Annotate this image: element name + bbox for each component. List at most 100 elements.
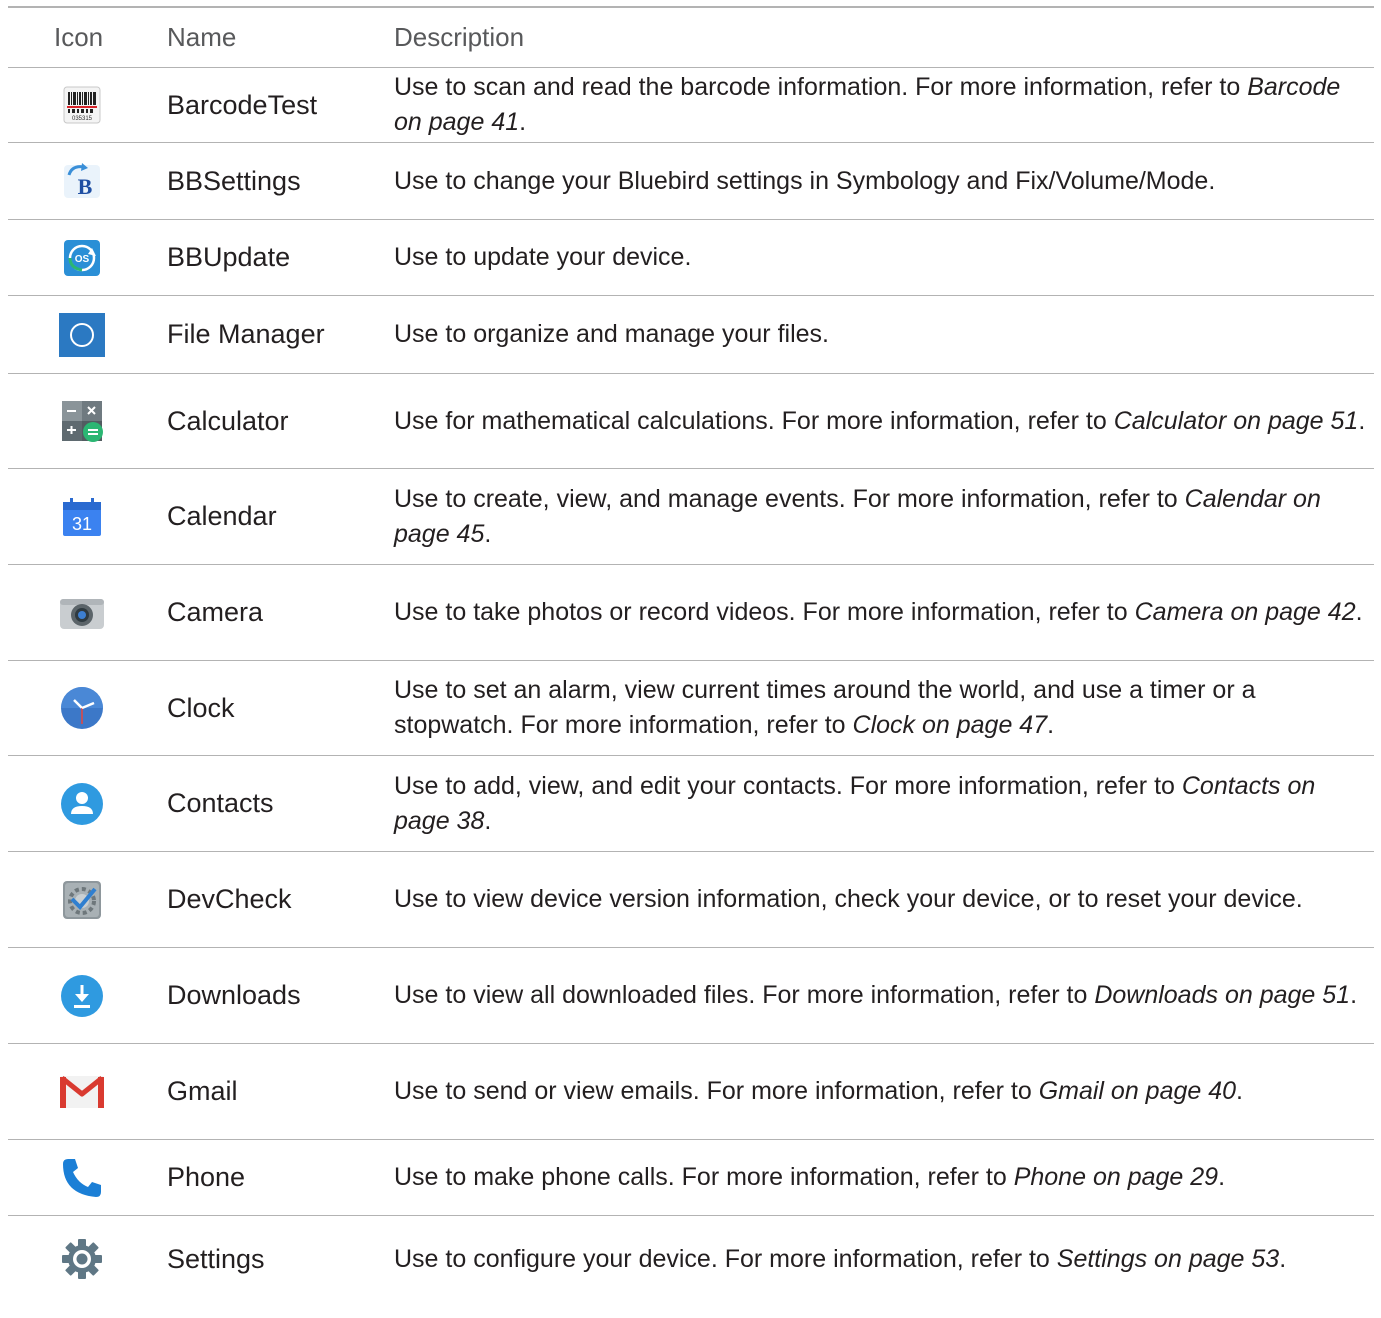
description-text: Use to take photos or record videos. For…: [394, 598, 1135, 626]
app-description: Use to send or view emails. For more inf…: [394, 1074, 1374, 1109]
calculator-icon: [60, 399, 104, 443]
file-manager-icon: [59, 312, 105, 357]
app-name: Calculator: [167, 405, 289, 436]
app-name: Calendar: [167, 501, 277, 531]
description-end: .: [484, 806, 492, 835]
description-text: Use to view all downloaded files. For mo…: [394, 981, 1095, 1009]
description-text: Use to view device version information, …: [394, 885, 1303, 913]
header-description: Description: [394, 22, 525, 52]
app-name: BarcodeTest: [167, 89, 318, 120]
description-end: .: [1236, 1077, 1243, 1105]
calendar-day: 31: [72, 514, 92, 534]
description-end: .: [1279, 1244, 1287, 1273]
table-row: OS BBUpdate Use to update your device.: [8, 220, 1374, 296]
icon-cell: [8, 782, 158, 826]
icon-cell: [8, 686, 158, 730]
description-end: .: [519, 108, 527, 136]
page-reference-link[interactable]: Calculator on page 51: [1114, 407, 1359, 435]
bbsettings-letter: B: [78, 174, 93, 199]
app-name: BBSettings: [167, 165, 301, 196]
icon-cell: OS: [8, 238, 158, 278]
table-row: B BBSettings Use to change your Bluebird…: [8, 143, 1374, 220]
description-text: Use to update your device.: [394, 243, 692, 271]
app-description: Use to view all downloaded files. For mo…: [394, 978, 1374, 1013]
table-row: Phone Use to make phone calls. For more …: [8, 1140, 1374, 1216]
description-end: .: [1047, 711, 1055, 739]
description-text: Use to set an alarm, view current times …: [394, 676, 1256, 739]
table-row: Downloads Use to view all downloaded fil…: [8, 948, 1374, 1044]
app-description: Use to organize and manage your files.: [394, 317, 1374, 352]
description-text: Use to change your Bluebird settings in …: [394, 166, 1216, 195]
icon-cell: 035315: [8, 85, 158, 125]
camera-icon: [59, 595, 105, 631]
description-end: .: [1355, 598, 1363, 626]
barcode-icon: 035315: [62, 85, 102, 125]
description-end: .: [1358, 406, 1366, 435]
bbupdate-label: OS: [75, 254, 90, 265]
description-end: .: [484, 519, 492, 548]
icon-cell: [8, 1156, 158, 1200]
app-name: Clock: [167, 692, 235, 723]
description-text: Use to send or view emails. For more inf…: [394, 1077, 1039, 1105]
app-name: Settings: [167, 1243, 265, 1274]
table-row: 035315 BarcodeTest Use to scan and read …: [8, 68, 1374, 143]
table-row: Clock Use to set an alarm, view current …: [8, 661, 1374, 756]
app-name: Gmail: [167, 1076, 238, 1106]
page-reference-link[interactable]: Phone on page 29: [1014, 1163, 1218, 1191]
icon-cell: [8, 595, 158, 631]
app-description: Use to view device version information, …: [394, 882, 1374, 917]
header-icon: Icon: [54, 22, 104, 52]
settings-icon: [60, 1237, 104, 1281]
app-name: File Manager: [167, 319, 325, 349]
app-description: Use to take photos or record videos. For…: [394, 595, 1374, 630]
icon-cell: [8, 1074, 158, 1110]
table-row: DevCheck Use to view device version info…: [8, 852, 1374, 948]
table-header: Icon Name Description: [8, 8, 1374, 68]
page-reference-link[interactable]: Downloads on page 51: [1094, 981, 1350, 1009]
table-row: 31 Calendar Use to create, view, and man…: [8, 469, 1374, 565]
barcode-digits: 035315: [72, 116, 93, 122]
icon-cell: [8, 312, 158, 357]
description-text: Use to configure your device. For more i…: [394, 1244, 1057, 1273]
description-text: Use for mathematical calculations. For m…: [394, 406, 1114, 435]
page-reference-link[interactable]: Settings on page 53: [1057, 1245, 1279, 1273]
app-description: Use to change your Bluebird settings in …: [394, 164, 1374, 199]
table-row: Gmail Use to send or view emails. For mo…: [8, 1044, 1374, 1140]
table-row: Calculator Use for mathematical calculat…: [8, 374, 1374, 469]
contacts-icon: [60, 782, 104, 826]
icon-cell: 31: [8, 496, 158, 538]
table-row: Settings Use to configure your device. F…: [8, 1216, 1374, 1302]
app-description: Use to add, view, and edit your contacts…: [394, 769, 1374, 839]
app-description: Use to set an alarm, view current times …: [394, 673, 1374, 743]
table-row: Contacts Use to add, view, and edit your…: [8, 756, 1374, 852]
phone-icon: [60, 1156, 104, 1200]
gmail-icon: [59, 1074, 105, 1110]
icon-cell: [8, 974, 158, 1018]
app-name: DevCheck: [167, 884, 292, 914]
app-name: BBUpdate: [167, 242, 291, 272]
app-description: Use to create, view, and manage events. …: [394, 482, 1374, 552]
app-table: Icon Name Description 035315 BarcodeTest…: [8, 6, 1374, 1302]
icon-cell: [8, 1237, 158, 1281]
description-end: .: [1218, 1163, 1226, 1191]
downloads-icon: [60, 974, 104, 1018]
description-text: Use to create, view, and manage events. …: [394, 484, 1185, 513]
bbupdate-icon: OS: [62, 238, 102, 278]
description-end: .: [1350, 981, 1358, 1009]
description-text: Use to scan and read the barcode informa…: [394, 73, 1248, 101]
page-reference-link[interactable]: Gmail on page 40: [1039, 1077, 1236, 1105]
header-name: Name: [167, 22, 237, 52]
table-row: Camera Use to take photos or record vide…: [8, 565, 1374, 661]
app-name: Camera: [167, 597, 264, 627]
page-reference-link[interactable]: Clock on page 47: [853, 711, 1048, 739]
bbsettings-icon: B: [62, 161, 102, 201]
app-name: Contacts: [167, 788, 274, 818]
calendar-icon: 31: [61, 496, 103, 538]
app-name: Phone: [167, 1162, 246, 1192]
description-text: Use to add, view, and edit your contacts…: [394, 771, 1182, 800]
devcheck-icon: [61, 879, 103, 921]
app-description: Use to configure your device. For more i…: [394, 1242, 1374, 1277]
page-reference-link[interactable]: Camera on page 42: [1135, 598, 1356, 626]
app-description: Use to update your device.: [394, 240, 1374, 275]
app-description: Use to make phone calls. For more inform…: [394, 1160, 1374, 1195]
